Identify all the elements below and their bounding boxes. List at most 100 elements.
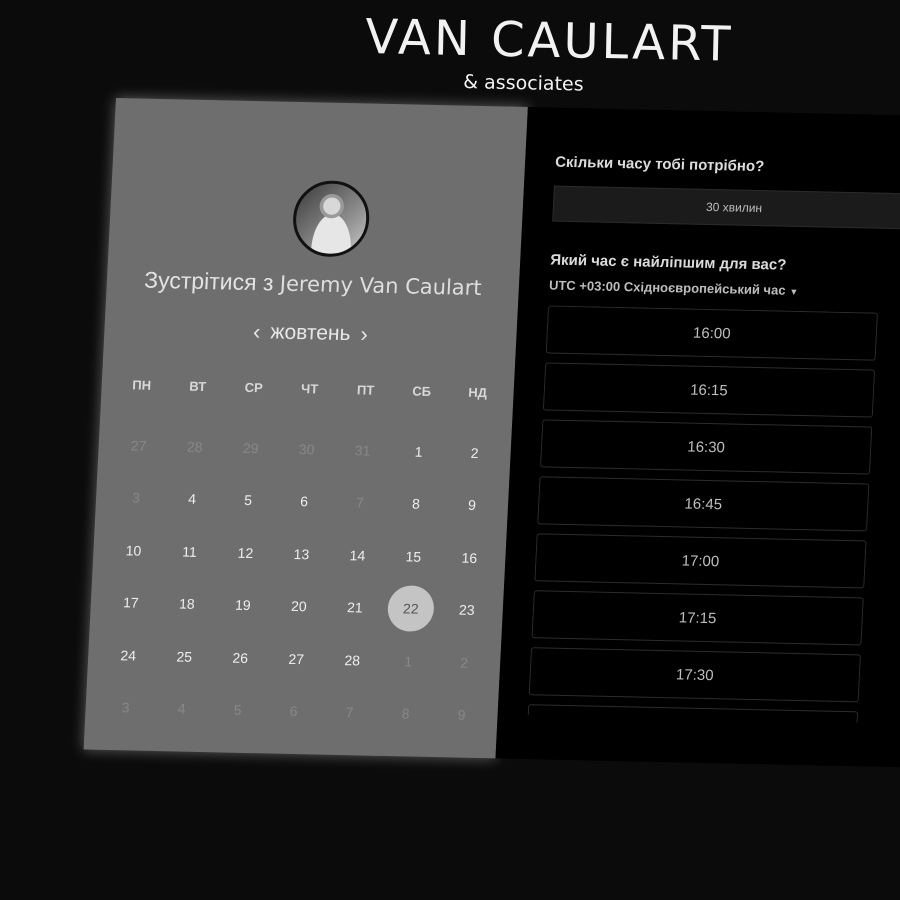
calendar-day-label: 9	[467, 497, 477, 514]
calendar-day-label: 1	[414, 443, 423, 460]
calendar-day-label: 26	[232, 649, 249, 666]
calendar-day-label: 7	[345, 704, 354, 721]
calendar-day-label: 12	[237, 544, 254, 561]
calendar-day[interactable]: 28	[323, 633, 382, 687]
calendar-day-label: 23	[458, 601, 476, 619]
calendar-day[interactable]: 20	[270, 580, 329, 634]
time-slot-button[interactable]	[527, 704, 859, 723]
duration-select[interactable]: 30 хвилин	[552, 185, 900, 230]
weekday-header: СР	[244, 379, 264, 395]
chevron-left-icon[interactable]: ‹	[242, 319, 271, 346]
calendar-day[interactable]: 11	[160, 525, 219, 579]
weekday-header: ЧТ	[300, 380, 319, 396]
calendar-day-label: 4	[187, 490, 197, 508]
calendar-day-selected[interactable]: 22	[382, 582, 441, 636]
calendar-day[interactable]: 9	[443, 478, 502, 532]
calendar-day: 31	[333, 423, 392, 477]
calendar-day-label: 7	[355, 494, 365, 511]
calendar-day-label: 14	[349, 546, 366, 564]
calendar-day-label: 3	[121, 699, 130, 716]
calendar-day-label: 21	[346, 599, 364, 616]
calendar-day-label: 5	[233, 701, 242, 719]
calendar-day: 30	[277, 422, 336, 476]
calendar-day-label: 17	[122, 594, 140, 611]
calendar-day[interactable]: 5	[219, 473, 278, 527]
duration-question: Скільки часу тобі потрібно?	[554, 153, 765, 176]
calendar-day-label: 27	[130, 437, 147, 454]
brand-logo: VAN CAULART & associates	[318, 8, 780, 100]
host-avatar	[291, 179, 372, 258]
time-question: Який час є найліпшим для вас?	[549, 251, 787, 274]
chevron-right-icon[interactable]: ›	[350, 321, 379, 348]
calendar-day[interactable]: 21	[326, 581, 385, 635]
host-name: Jeremy Van Caulart	[279, 271, 483, 301]
calendar-day-label: 27	[288, 650, 305, 667]
calendar-day[interactable]: 15	[384, 530, 443, 584]
calendar-day: 3	[96, 681, 155, 735]
calendar-day: 28	[165, 420, 224, 474]
calendar-day[interactable]: 13	[272, 527, 331, 581]
calendar-day-label: 15	[405, 548, 422, 565]
calendar-day-label: 2	[459, 654, 469, 671]
time-slot-button[interactable]: 17:15	[531, 590, 864, 646]
calendar-day-label: 16	[461, 549, 478, 566]
calendar-day[interactable]: 26	[211, 631, 270, 685]
calendar-day-label: 3	[131, 489, 141, 506]
time-slot-list[interactable]: 16:00 16:15 16:30 16:45 17:00 17:15 17:30	[527, 305, 878, 723]
calendar-day-label: 28	[186, 438, 203, 455]
calendar-day[interactable]: 4	[163, 472, 222, 526]
calendar-day[interactable]: 27	[267, 632, 326, 686]
calendar-day[interactable]: 6	[275, 475, 334, 529]
time-slot-button[interactable]: 16:30	[539, 419, 873, 475]
calendar-day-label: 24	[120, 646, 137, 664]
calendar-day-label: 10	[125, 542, 142, 559]
calendar-day-label: 30	[298, 440, 315, 458]
calendar-day[interactable]: 19	[214, 578, 273, 632]
meeting-title: Зустрітися з Jeremy Van Caulart	[106, 266, 519, 302]
calendar-day[interactable]: 18	[158, 577, 217, 631]
timezone-label: UTC +03:00 Східноєвропейський час	[548, 277, 786, 298]
calendar-day-label: 25	[176, 648, 193, 665]
calendar-day[interactable]: 23	[438, 583, 497, 637]
time-slot-button[interactable]: 16:15	[542, 362, 876, 418]
calendar-day-label: 20	[290, 598, 308, 615]
calendar-day[interactable]: 24	[99, 628, 158, 682]
month-navigation: ‹ жовтень ›	[104, 316, 517, 351]
calendar-day: 27	[109, 418, 168, 472]
calendar-day: 6	[264, 684, 323, 738]
calendar-day-label: 6	[289, 703, 298, 720]
calendar-day[interactable]: 14	[328, 528, 387, 582]
calendar-day-label: 31	[354, 442, 371, 459]
calendar-day[interactable]: 25	[155, 630, 214, 684]
calendar-day[interactable]: 2	[445, 426, 504, 480]
calendar-day-label: 8	[411, 495, 421, 512]
calendar-day-label: 28	[344, 651, 361, 669]
time-slot-button[interactable]: 16:00	[545, 305, 878, 361]
calendar-day: 1	[379, 634, 438, 688]
weekday-header: ПН	[132, 376, 152, 393]
calendar-day[interactable]: 1	[389, 425, 448, 479]
calendar-day: 4	[152, 682, 211, 736]
time-slot-button[interactable]: 17:00	[534, 533, 867, 589]
calendar-day: 9	[432, 688, 491, 742]
calendar-day[interactable]: 16	[440, 531, 499, 585]
calendar-day[interactable]: 8	[387, 477, 446, 531]
calendar-day: 2	[435, 636, 494, 690]
calendar-day[interactable]: 12	[216, 526, 275, 580]
page: VAN CAULART & associates Зустрітися з Je…	[0, 0, 900, 900]
calendar-day: 8	[376, 687, 435, 741]
time-slot-button[interactable]: 17:30	[528, 647, 861, 703]
caret-down-icon: ▼	[789, 286, 799, 297]
calendar-day-label: 11	[181, 543, 198, 560]
calendar-day-label: 6	[299, 493, 309, 510]
brand-name: VAN CAULART	[364, 8, 734, 73]
calendar-day-label: 13	[293, 545, 310, 563]
calendar-day-label: 8	[401, 705, 410, 722]
calendar-panel: Зустрітися з Jeremy Van Caulart ‹ жовтен…	[83, 98, 528, 759]
time-slot-button[interactable]: 16:45	[537, 476, 870, 532]
time-panel: Скільки часу тобі потрібно? 30 хвилин Як…	[495, 106, 900, 768]
timezone-select[interactable]: UTC +03:00 Східноєвропейський час ▼	[549, 277, 799, 297]
calendar-day[interactable]: 17	[102, 576, 161, 630]
calendar-day[interactable]: 10	[104, 523, 163, 577]
calendar-day-label: 2	[470, 444, 479, 461]
